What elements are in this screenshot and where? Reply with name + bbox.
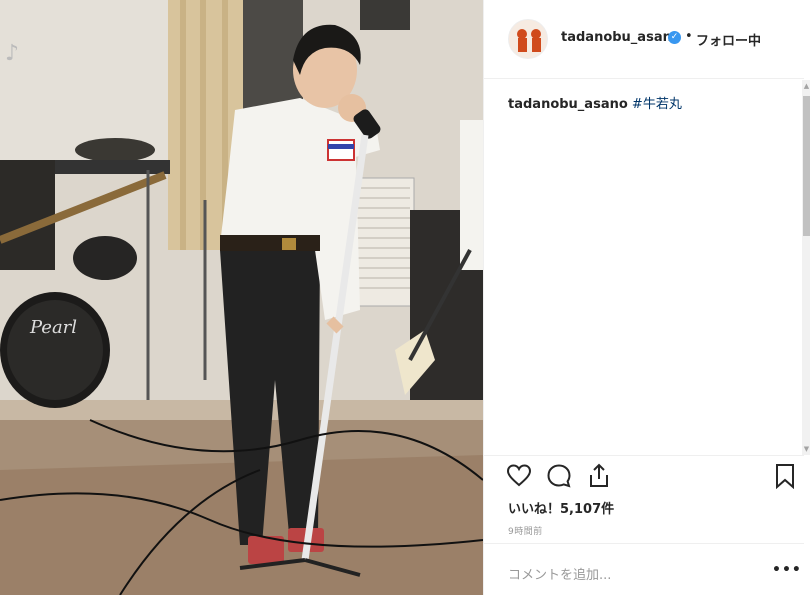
post-image: Pearl ♪ (0, 0, 483, 595)
actions-divider (484, 455, 804, 457)
post-side-panel: tadanobu_asano ✓ • フォロー中 tadanobu_asano … (483, 0, 810, 595)
post-timestamp[interactable]: 9時間前 (508, 524, 543, 537)
post-header: tadanobu_asano ✓ • フォロー中 (484, 0, 804, 79)
post-photo[interactable]: Pearl ♪ (0, 0, 483, 595)
comment-input[interactable]: コメントを追加... (508, 564, 611, 583)
verified-badge-icon: ✓ (668, 31, 681, 44)
post-caption: tadanobu_asano #牛若丸 (508, 93, 682, 112)
avatar-image (509, 20, 547, 58)
like-count[interactable]: いいね！5,107件 (508, 498, 614, 517)
avatar[interactable] (508, 19, 548, 59)
following-button[interactable]: フォロー中 (696, 30, 761, 49)
caption-username[interactable]: tadanobu_asano (508, 97, 628, 112)
more-options-icon[interactable]: ••• (772, 562, 802, 578)
svg-text:♪: ♪ (5, 41, 19, 66)
comment-bar: コメントを追加... ••• (484, 543, 804, 596)
comments-scrollbar[interactable]: ▲ ▼ (802, 80, 810, 455)
caption-hashtag[interactable]: #牛若丸 (632, 97, 682, 112)
drum-logo: Pearl (29, 317, 77, 338)
bookmark-icon[interactable] (772, 463, 798, 489)
share-icon[interactable] (586, 463, 612, 489)
comment-icon[interactable] (546, 463, 572, 489)
scroll-down-arrow-icon[interactable]: ▼ (802, 445, 810, 453)
header-username[interactable]: tadanobu_asano (561, 30, 681, 45)
scroll-thumb[interactable] (803, 96, 810, 236)
scroll-up-arrow-icon[interactable]: ▲ (802, 82, 810, 90)
heart-icon[interactable] (506, 463, 532, 489)
header-separator: • (685, 29, 693, 44)
